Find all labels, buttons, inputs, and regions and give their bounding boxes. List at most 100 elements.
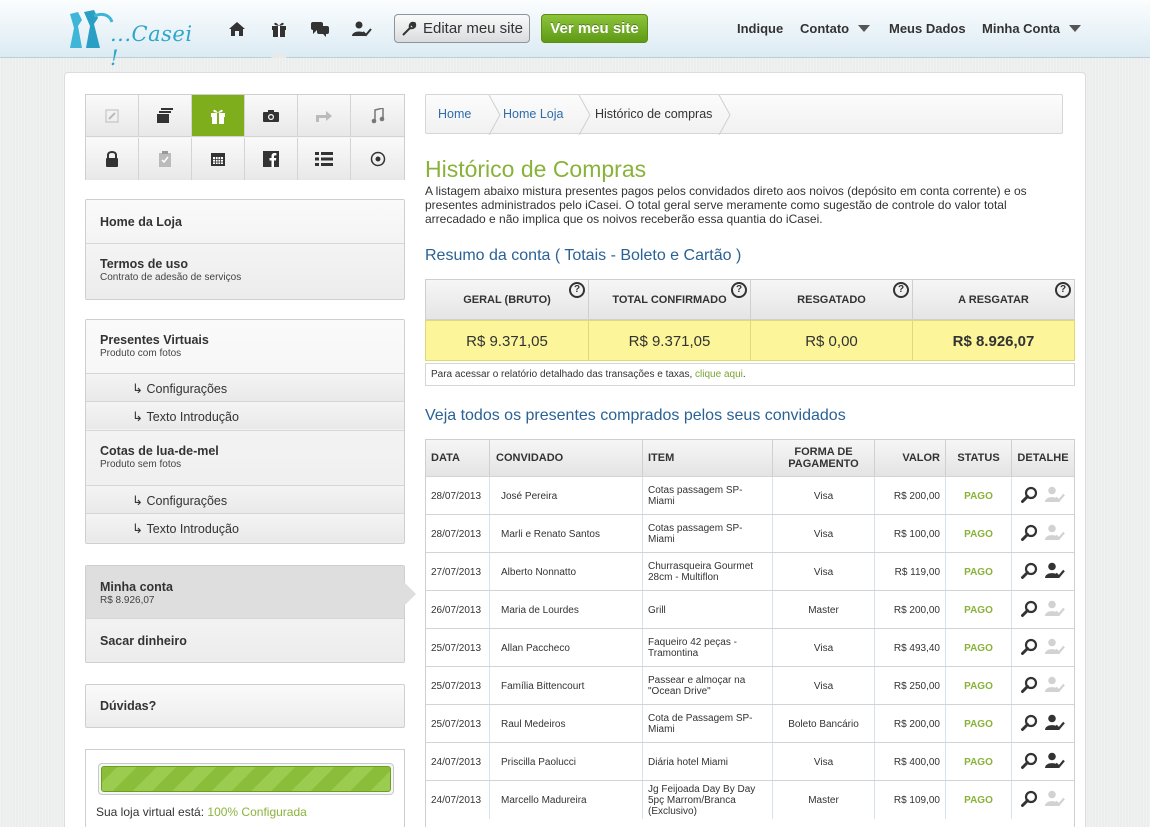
summary-header-label: GERAL (BRUTO) <box>463 294 551 306</box>
sidebar-item-label: Sacar dinheiro <box>100 634 187 648</box>
edit-site-button[interactable]: Editar meu site <box>394 14 530 43</box>
user-check-icon[interactable] <box>1045 752 1065 772</box>
cell-item: Passear e almoçar na "Ocean Drive" <box>643 667 773 705</box>
sidebar-subitem-configuracoes[interactable]: Configurações <box>86 485 404 513</box>
magnifier-icon[interactable] <box>1021 638 1039 659</box>
help-icon[interactable]: ? <box>569 282 585 298</box>
cell-valor: R$ 100,00 <box>875 515 946 553</box>
wrench-icon <box>402 21 417 36</box>
user-check-icon[interactable] <box>1045 714 1065 734</box>
sidebar-subitem-label: Configurações <box>132 493 228 509</box>
magnifier-icon[interactable] <box>1021 600 1039 621</box>
facebook-icon[interactable] <box>245 138 298 180</box>
summary-value-a-resgatar: R$ 8.926,07 <box>912 320 1075 361</box>
sidebar-item-cotas[interactable]: Cotas de lua-de-mel Produto sem fotos <box>86 430 404 483</box>
pages-icon[interactable] <box>139 95 192 137</box>
cell-status: PAGO <box>946 515 1012 553</box>
summary-note-text: Para acessar o relatório detalhado das t… <box>431 369 693 380</box>
cell-valor: R$ 400,00 <box>875 743 946 781</box>
couple-logo-icon <box>70 10 114 48</box>
magnifier-icon[interactable] <box>1021 524 1039 545</box>
account-summary: GERAL (BRUTO) ? TOTAL CONFIRMADO ? RESGA… <box>425 279 1075 386</box>
column-header-convidado[interactable]: CONVIDADO <box>490 440 643 476</box>
cell-status: PAGO <box>946 705 1012 743</box>
sidebar-item-termos[interactable]: Termos de uso Contrato de adesão de serv… <box>86 244 404 299</box>
magnifier-icon[interactable] <box>1021 676 1039 697</box>
cell-convidado: Marcello Madureira <box>490 781 643 819</box>
sidebar-subitem-texto-introducao[interactable]: Texto Introdução <box>86 401 404 429</box>
edit-icon[interactable] <box>86 95 139 137</box>
nav-minha-conta[interactable]: Minha Conta <box>982 21 1081 36</box>
sidebar-item-sacar[interactable]: Sacar dinheiro <box>86 619 404 662</box>
cell-forma: Visa <box>773 743 875 781</box>
user-check-icon <box>1045 524 1065 544</box>
column-header-valor[interactable]: VALOR <box>875 440 946 476</box>
summary-header-a-resgatar: A RESGATAR ? <box>912 279 1075 320</box>
help-icon[interactable]: ? <box>731 282 747 298</box>
view-site-button[interactable]: Ver meu site <box>541 14 648 43</box>
sidebar-item-presentes[interactable]: Presentes Virtuais Produto com fotos <box>86 320 404 373</box>
target-icon[interactable] <box>351 138 404 180</box>
sidebar-store-menu: Home da Loja Termos de uso Contrato de a… <box>85 199 405 300</box>
sidebar-subitem-texto-introducao[interactable]: Texto Introdução <box>86 513 404 541</box>
progress-fill <box>101 766 391 792</box>
sidebar-item-duvidas[interactable]: Dúvidas? <box>86 685 404 727</box>
lock-icon[interactable] <box>86 138 139 180</box>
sidebar-item-minha-conta[interactable]: Minha conta R$ 8.926,07 <box>86 566 416 619</box>
nav-contato-label: Contato <box>800 21 850 36</box>
breadcrumb-home[interactable]: Home <box>438 107 471 121</box>
calendar-icon[interactable] <box>192 138 245 180</box>
table-row: 25/07/2013 Família Bittencourt Passear e a… <box>426 666 1074 705</box>
magnifier-icon[interactable] <box>1021 714 1039 735</box>
sidebar-item-sublabel: Produto sem fotos <box>100 459 182 470</box>
nav-minha-conta-label: Minha Conta <box>982 21 1060 36</box>
column-header-item[interactable]: ITEM <box>643 440 773 476</box>
nav-meus-dados[interactable]: Meus Dados <box>889 21 966 36</box>
cell-status: PAGO <box>946 743 1012 781</box>
cell-valor: R$ 119,00 <box>875 553 946 591</box>
column-header-data[interactable]: DATA <box>426 440 490 476</box>
home-icon[interactable] <box>226 18 248 40</box>
chat-icon[interactable] <box>309 18 331 40</box>
cell-detalhe <box>1012 667 1074 705</box>
help-icon[interactable]: ? <box>893 282 909 298</box>
nav-contato[interactable]: Contato <box>800 21 871 36</box>
user-check-icon[interactable] <box>1045 562 1065 582</box>
cell-data: 28/07/2013 <box>426 515 490 553</box>
music-icon[interactable] <box>351 95 404 137</box>
column-header-status[interactable]: STATUS <box>946 440 1012 476</box>
column-header-detalhe[interactable]: DETALHE <box>1012 440 1074 476</box>
cell-valor: R$ 109,00 <box>875 781 946 819</box>
icasei-logo[interactable]: ...Casei ! <box>64 6 194 70</box>
detailed-report-link[interactable]: clique aqui <box>695 369 743 380</box>
sidebar-item-home-loja[interactable]: Home da Loja <box>86 200 404 244</box>
help-icon[interactable]: ? <box>1055 282 1071 298</box>
purchases-table: DATA CONVIDADO ITEM FORMA DE PAGAMENTO V… <box>425 439 1075 827</box>
cell-valor: R$ 250,00 <box>875 667 946 705</box>
column-header-forma-pagamento[interactable]: FORMA DE PAGAMENTO <box>773 440 875 476</box>
nav-indique[interactable]: Indique <box>737 21 783 36</box>
magnifier-icon[interactable] <box>1021 562 1039 583</box>
list-icon[interactable] <box>298 138 351 180</box>
table-row: 28/07/2013 José Pereira Cotas passagem SP-… <box>426 476 1074 515</box>
sidebar-item-label: Minha conta <box>100 580 173 594</box>
breadcrumb-home-loja[interactable]: Home Loja <box>503 107 563 121</box>
magnifier-icon[interactable] <box>1021 790 1039 811</box>
cell-convidado: Allan Paccheco <box>490 629 643 667</box>
checklist-icon[interactable] <box>139 138 192 180</box>
sidebar-icon-grid <box>85 94 405 180</box>
user-check-icon[interactable] <box>351 18 373 40</box>
cell-data: 26/07/2013 <box>426 591 490 629</box>
magnifier-icon[interactable] <box>1021 752 1039 773</box>
table-row: 26/07/2013 Maria de Lourdes Grill Master R$ … <box>426 590 1074 629</box>
share-icon[interactable] <box>298 95 351 137</box>
camera-icon[interactable] <box>245 95 298 137</box>
progress-value: 100% Configurada <box>207 805 307 819</box>
cell-valor: R$ 200,00 <box>875 705 946 743</box>
sidebar-subitem-configuracoes[interactable]: Configurações <box>86 373 404 401</box>
summary-header-label: A RESGATAR <box>958 294 1029 306</box>
gift-icon[interactable] <box>192 95 245 137</box>
gift-icon[interactable] <box>268 18 290 58</box>
cell-item: Jg Feijoada Day By Day 5pç Marrom/Branca… <box>643 781 773 819</box>
magnifier-icon[interactable] <box>1021 486 1039 507</box>
